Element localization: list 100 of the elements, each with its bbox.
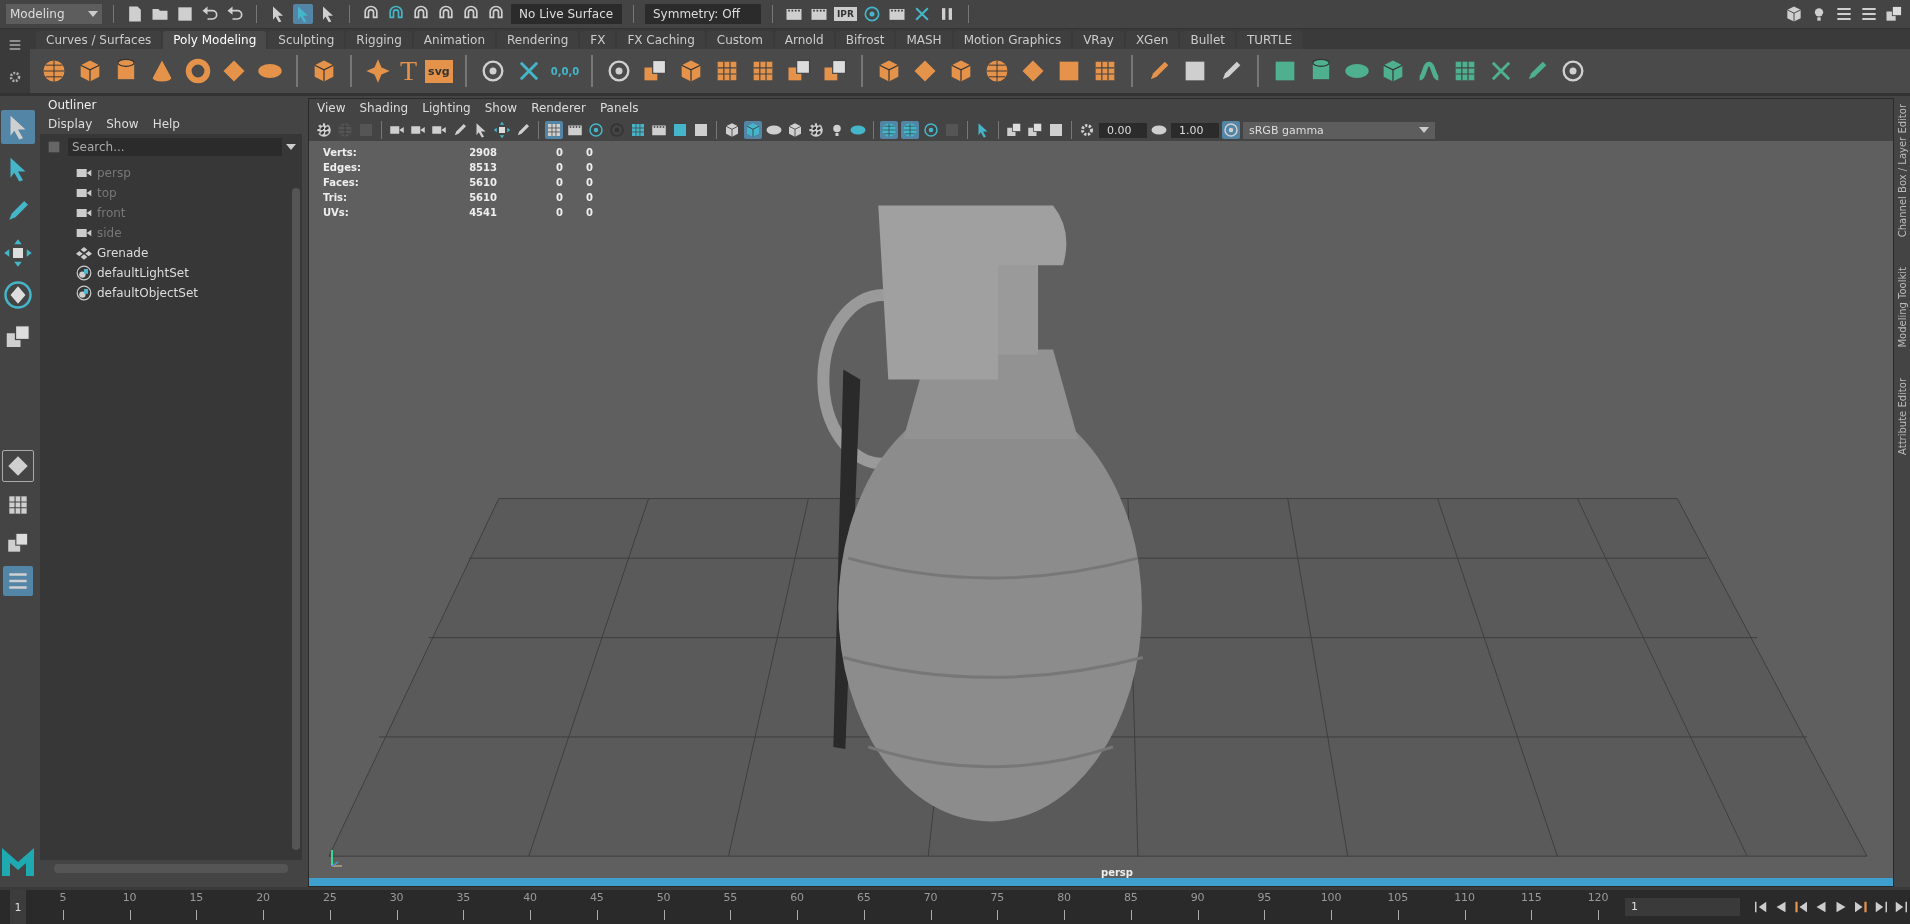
start-frame: 1 [10, 890, 26, 924]
menu-item[interactable]: Panels [599, 101, 639, 117]
shelf-tab[interactable]: Animation [413, 31, 495, 49]
hud-value: 5610 [468, 192, 497, 203]
camera-icon [76, 206, 92, 220]
color-space-dropdown[interactable]: sRGB gamma [1243, 121, 1435, 139]
camera-icon [76, 166, 92, 180]
type-tool-button[interactable]: T [400, 57, 418, 85]
hud-value: 0 [555, 192, 563, 203]
checker-icon[interactable] [807, 121, 825, 139]
square-icon[interactable] [671, 121, 689, 139]
menu-item[interactable]: Lighting [422, 101, 471, 117]
square-icon[interactable] [692, 121, 710, 139]
frame-number: 50 [656, 891, 671, 904]
grid-icon[interactable] [629, 121, 647, 139]
hud-label: Edges: [323, 162, 362, 173]
current-frame-field[interactable]: 1 [1624, 898, 1740, 916]
set-icon [76, 285, 92, 301]
menu-set-dropdown[interactable]: Modeling [6, 4, 102, 24]
frame-number: 110 [1454, 891, 1476, 904]
square-icon[interactable] [1047, 121, 1065, 139]
caret-icon [286, 144, 296, 150]
outliner-item[interactable]: Grenade [76, 244, 290, 262]
frame-number: 80 [1057, 891, 1072, 904]
gamma-field[interactable]: 1.00 [1171, 122, 1219, 138]
squares-icon[interactable] [1005, 121, 1023, 139]
exposure-field[interactable]: 0.00 [1099, 122, 1147, 138]
shelf-tab[interactable]: Rigging [346, 31, 412, 49]
menu-item[interactable]: Shading [359, 101, 409, 117]
scrollbar[interactable] [292, 188, 300, 850]
group-icon [76, 246, 92, 260]
side-tab[interactable]: Channel Box / Layer Editor [1896, 104, 1908, 238]
menu-item[interactable]: Renderer [531, 101, 586, 117]
frame-number: 25 [322, 891, 337, 904]
shelf-tab[interactable]: Curves / Surfaces [36, 31, 162, 49]
shelf-tab[interactable]: Custom [706, 31, 773, 49]
menu-icon[interactable] [7, 37, 23, 53]
frame-number: 15 [189, 891, 204, 904]
shelf-tab[interactable]: VRay [1073, 31, 1124, 49]
shelf-tab[interactable]: Arnold [774, 31, 834, 49]
outliner-item[interactable]: defaultLightSet [76, 264, 290, 282]
shelf-tab[interactable]: Bullet [1180, 31, 1235, 49]
hud-value: 4541 [468, 207, 497, 218]
menu-item[interactable]: Display [48, 117, 93, 131]
shelf-tab[interactable]: Poly Modeling [163, 31, 267, 49]
grid-icon[interactable] [545, 121, 563, 139]
shelf-tab[interactable]: FX [580, 31, 616, 49]
search-field[interactable]: Search... [68, 138, 282, 156]
hud-value: 0 [585, 207, 593, 218]
ring-icon[interactable] [1222, 121, 1240, 139]
frame-number: 45 [589, 891, 604, 904]
square-icon[interactable] [175, 4, 195, 24]
shelf-tab[interactable]: Rendering [497, 31, 579, 49]
ring-icon[interactable] [587, 121, 605, 139]
cube-icon[interactable] [744, 121, 762, 139]
hud-value: 0 [585, 147, 593, 158]
side-tab[interactable]: Modeling Toolkit [1896, 267, 1908, 348]
frame-number: 60 [790, 891, 805, 904]
sphere-icon[interactable] [880, 121, 898, 139]
cube-icon[interactable] [723, 121, 741, 139]
menu-item[interactable]: Show [106, 117, 139, 131]
menu-item[interactable]: Show [484, 101, 518, 117]
live-surface-field[interactable]: No Live Surface [511, 4, 622, 24]
symmetry-dropdown[interactable]: Symmetry: Off [645, 4, 761, 24]
frame-number: 5 [59, 891, 67, 904]
sphere-icon[interactable] [901, 121, 919, 139]
shelf-tab[interactable]: TURTLE [1237, 31, 1303, 49]
cube-icon[interactable] [786, 121, 804, 139]
ipr-render-button[interactable]: IPR [834, 7, 857, 21]
shelf-tab[interactable]: Bifrost [835, 31, 895, 49]
frame-number: 10 [122, 891, 137, 904]
hud-value: 0 [555, 147, 563, 158]
hud-value: 5610 [468, 177, 497, 188]
cube-icon[interactable] [1784, 4, 1804, 24]
menu-item[interactable]: Help [152, 117, 180, 131]
svg-tool-button[interactable]: svg [425, 59, 453, 83]
frame-number: 70 [923, 891, 938, 904]
shelf-tab[interactable]: XGen [1125, 31, 1179, 49]
shelf-tab[interactable]: Sculpting [268, 31, 345, 49]
move-icon[interactable] [493, 121, 511, 139]
shelf-tab[interactable]: FX Caching [617, 31, 705, 49]
frame-number: 30 [389, 891, 404, 904]
torus-icon[interactable] [184, 57, 212, 85]
freeze-transform-button[interactable]: 0,0,0 [550, 65, 580, 77]
side-tab[interactable]: Attribute Editor [1896, 377, 1908, 455]
menu-item[interactable]: View [317, 101, 346, 117]
checker-icon[interactable] [315, 121, 333, 139]
squares-icon[interactable] [1026, 121, 1044, 139]
shelf-tab[interactable]: Motion Graphics [953, 31, 1072, 49]
hud-label: Tris: [323, 192, 349, 203]
frame-number: 100 [1320, 891, 1342, 904]
frame-number: 65 [856, 891, 871, 904]
shelf-tab[interactable]: MASH [896, 31, 952, 49]
frame-number: 90 [1190, 891, 1205, 904]
ring-icon[interactable] [922, 121, 940, 139]
squares-icon[interactable] [1884, 4, 1904, 24]
outliner-item[interactable]: defaultObjectSet [76, 284, 290, 302]
hud-value: 0 [585, 162, 593, 173]
rotate-icon[interactable] [1, 278, 35, 312]
camera-label: persp [1101, 867, 1133, 878]
